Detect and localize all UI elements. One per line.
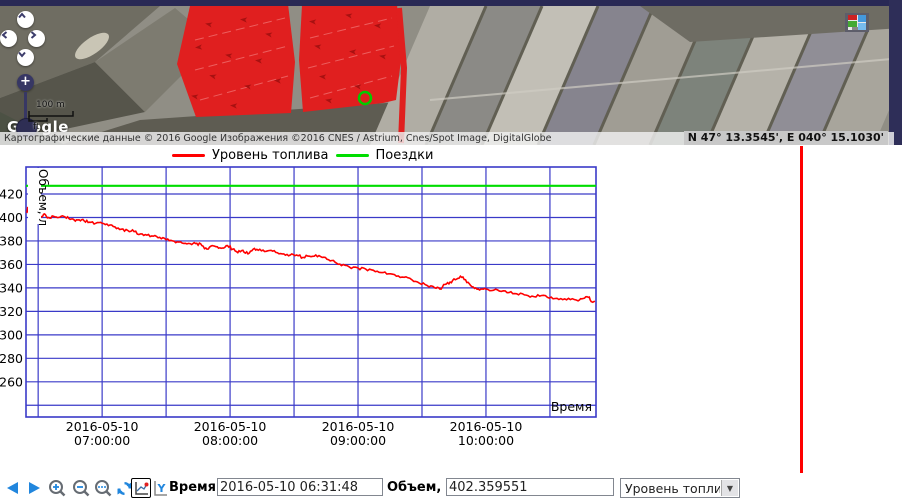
x-tick-time: 09:00:00: [330, 433, 386, 448]
map-pan-up-button[interactable]: [17, 11, 34, 28]
satellite-imagery: [0, 0, 902, 145]
map-panel[interactable]: + Google 100 m ft Картографические данны…: [0, 0, 902, 145]
legend-swatch: [172, 154, 205, 157]
x-tick-time: 08:00:00: [202, 433, 258, 448]
y-tick-label: 380: [0, 233, 23, 248]
map-scale-bar: 100 m ft: [28, 100, 78, 132]
y-tick-label: 300: [0, 327, 23, 342]
series-select-value: Уровень топлива: [621, 481, 720, 496]
zoom-range-chart-button[interactable]: [93, 478, 113, 498]
series-select-dropdown[interactable]: Уровень топлива ▼: [620, 478, 740, 498]
legend-label: Уровень топлива: [212, 148, 329, 163]
y-tick-label: 360: [0, 257, 23, 272]
y-tick-label: 400: [0, 210, 23, 225]
scale-feet-label: ft: [28, 122, 78, 132]
bottom-toolbar: Y Время Объем, л Уровень топлива ▼: [0, 476, 902, 500]
zoom-out-chart-button[interactable]: [71, 478, 91, 498]
y-axis-title: Объем, л: [36, 169, 50, 226]
chart-cursor-line: [800, 146, 803, 473]
chart-legend: Уровень топлива Поездки: [172, 148, 433, 163]
svg-text:Y: Y: [157, 482, 167, 495]
next-point-button[interactable]: [24, 478, 44, 498]
x-tick-date: 2016-05-10: [66, 419, 139, 434]
dropdown-arrow-icon[interactable]: ▼: [721, 480, 738, 496]
x-tick-time: 07:00:00: [74, 433, 130, 448]
map-zoom-in-button[interactable]: +: [17, 74, 34, 91]
time-input[interactable]: [217, 478, 383, 496]
y-tick-label: 320: [0, 304, 23, 319]
x-tick-date: 2016-05-10: [322, 419, 395, 434]
scale-meters-label: 100 m: [28, 100, 78, 110]
zoom-in-chart-button[interactable]: [47, 478, 67, 498]
legend-swatch: [336, 154, 369, 157]
map-pan-right-button[interactable]: [28, 30, 45, 47]
chart-mode-button[interactable]: [131, 478, 151, 498]
app-window: + Google 100 m ft Картографические данны…: [0, 0, 902, 504]
minimap-toggle-icon[interactable]: [845, 13, 869, 32]
y-tick-label: 280: [0, 351, 23, 366]
y-axis-scale-button[interactable]: Y: [151, 478, 171, 498]
x-axis-title: Время: [551, 399, 592, 414]
fuel-level-chart[interactable]: 2602803003203403603804004202016-05-1007:…: [0, 163, 620, 463]
volume-input[interactable]: [446, 478, 614, 496]
x-tick-date: 2016-05-10: [194, 419, 267, 434]
map-coordinates: N 47° 13.3545', E 040° 15.1030': [684, 131, 888, 145]
y-tick-label: 260: [0, 374, 23, 389]
y-tick-label: 340: [0, 280, 23, 295]
time-field-label: Время: [169, 480, 216, 495]
prev-point-button[interactable]: [2, 478, 22, 498]
track-area: [177, 4, 401, 117]
legend-label: Поездки: [376, 148, 434, 163]
y-tick-label: 420: [0, 186, 23, 201]
map-pan-left-button[interactable]: [0, 30, 17, 47]
x-tick-time: 10:00:00: [458, 433, 514, 448]
x-tick-date: 2016-05-10: [450, 419, 523, 434]
map-pan-down-button[interactable]: [17, 49, 34, 66]
